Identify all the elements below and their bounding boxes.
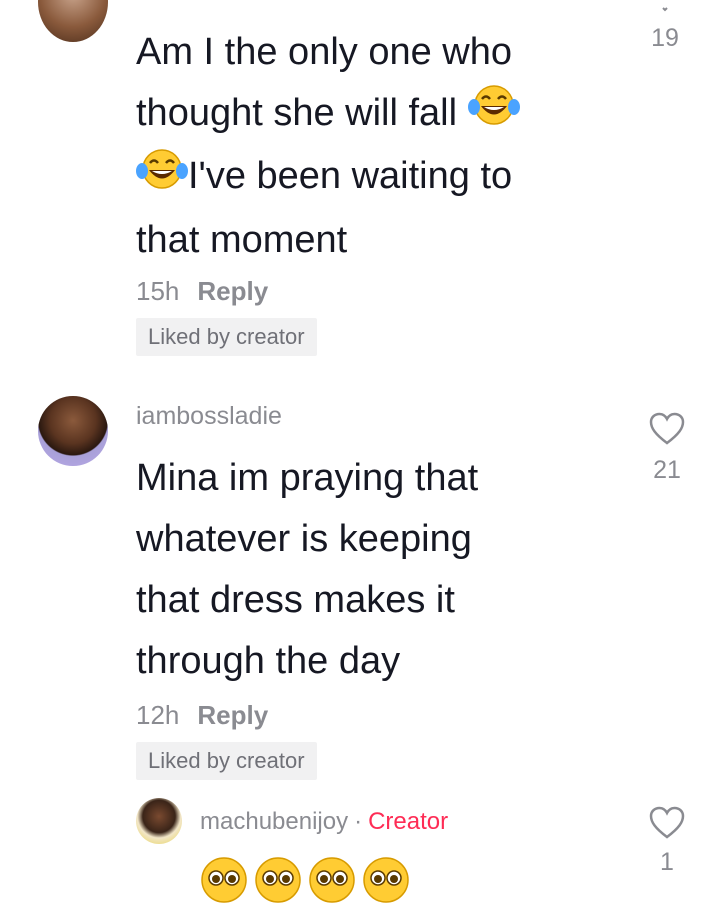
pleading-face-emoji xyxy=(201,857,247,903)
liked-by-creator-badge: Liked by creator xyxy=(136,742,317,780)
comment-item: machubenijoy · Creator 1 xyxy=(0,790,720,904)
comment-meta: 15h Reply xyxy=(136,276,268,307)
like-count: 21 xyxy=(653,456,681,484)
creator-tag: Creator xyxy=(368,808,449,835)
tears-of-joy-emoji xyxy=(136,147,188,210)
separator: · xyxy=(354,808,363,835)
pleading-face-emoji xyxy=(309,857,355,903)
comment-line: that dress makes it xyxy=(136,579,455,621)
heart-outline-icon xyxy=(649,806,685,839)
heart-outline-icon xyxy=(649,412,685,445)
comment-meta: 12h Reply xyxy=(136,700,268,731)
like-button[interactable]: 1 xyxy=(642,806,692,877)
comment-text: Am I the only one who thought she will f… xyxy=(136,22,596,271)
tears-of-joy-emoji xyxy=(467,83,520,146)
comment-username-row: machubenijoy · Creator xyxy=(200,808,448,836)
comment-time: 15h xyxy=(136,276,180,306)
comment-text: Mina im praying that whatever is keeping… xyxy=(136,448,596,692)
comment-line: through the day xyxy=(136,640,401,682)
like-button[interactable]: 21 xyxy=(642,412,692,485)
comment-line: I've been waiting to xyxy=(136,146,596,209)
comment-username[interactable]: machubenijoy xyxy=(200,808,348,835)
like-count: 19 xyxy=(651,24,679,52)
avatar[interactable] xyxy=(38,0,108,42)
comment-username[interactable]: iambossladie xyxy=(136,402,282,431)
pleading-face-emoji xyxy=(255,857,301,903)
reply-button[interactable]: Reply xyxy=(197,276,268,306)
comment-line: Mina im praying that xyxy=(136,457,479,499)
like-button[interactable]: 19 xyxy=(640,6,690,53)
avatar[interactable] xyxy=(38,396,108,466)
chevron-down-icon xyxy=(662,7,668,12)
avatar[interactable] xyxy=(136,798,182,844)
like-count: 1 xyxy=(660,848,674,876)
comment-item: iambossladie Mina im praying that whatev… xyxy=(0,390,720,790)
reply-button[interactable]: Reply xyxy=(197,700,268,730)
liked-by-creator-badge: Liked by creator xyxy=(136,318,317,356)
comment-line: whatever is keeping xyxy=(136,518,472,560)
pleading-face-emoji xyxy=(363,857,409,903)
emoji-row xyxy=(200,856,410,904)
comment-line: Am I the only one who xyxy=(136,31,512,73)
comment-line: that moment xyxy=(136,218,348,261)
comment-line: thought she will fall xyxy=(136,83,596,146)
comment-item: Am I the only one who thought she will f… xyxy=(0,0,720,360)
comment-time: 12h xyxy=(136,700,180,730)
